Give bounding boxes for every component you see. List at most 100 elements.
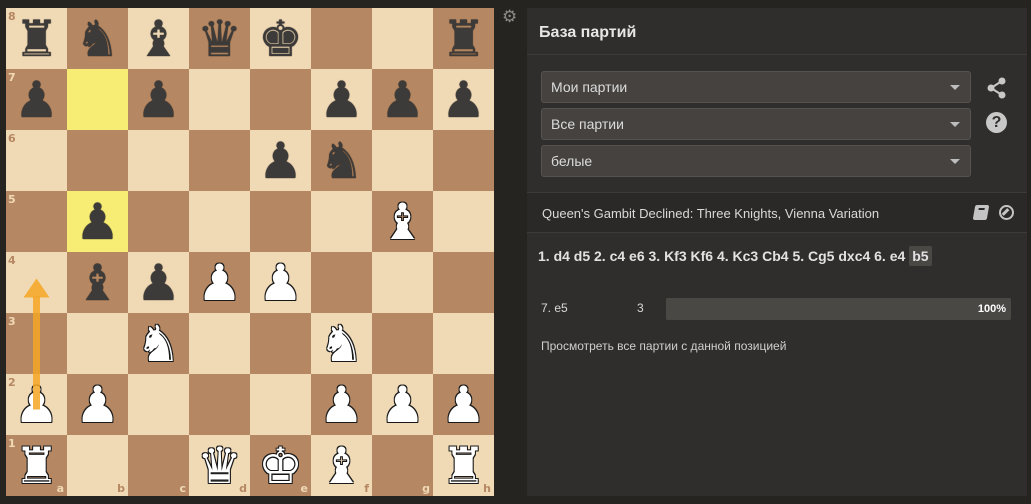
square-e6[interactable]: ♟ bbox=[250, 130, 311, 191]
square-h6[interactable] bbox=[433, 130, 494, 191]
black-pawn-icon[interactable]: ♟ bbox=[380, 75, 425, 125]
square-d5[interactable] bbox=[189, 191, 250, 252]
white-bishop-icon[interactable]: ♝ bbox=[380, 197, 425, 247]
white-pawn-icon[interactable]: ♟ bbox=[14, 380, 59, 430]
square-f2[interactable]: ♟ bbox=[311, 374, 372, 435]
last-move[interactable]: b5 bbox=[909, 246, 932, 266]
square-h3[interactable] bbox=[433, 313, 494, 374]
white-king-icon[interactable]: ♚ bbox=[258, 441, 303, 491]
square-f6[interactable]: ♞ bbox=[311, 130, 372, 191]
square-a6[interactable]: 6 bbox=[6, 130, 67, 191]
square-g3[interactable] bbox=[372, 313, 433, 374]
square-c6[interactable] bbox=[128, 130, 189, 191]
square-f5[interactable] bbox=[311, 191, 372, 252]
square-h8[interactable]: ♜ bbox=[433, 8, 494, 69]
compass-icon[interactable] bbox=[999, 205, 1014, 220]
square-g1[interactable]: g bbox=[372, 435, 433, 496]
gear-icon[interactable]: ⚙ bbox=[502, 9, 518, 26]
square-d4[interactable]: ♟ bbox=[189, 252, 250, 313]
white-knight-icon[interactable]: ♞ bbox=[319, 319, 364, 369]
square-a3[interactable]: 3 bbox=[6, 313, 67, 374]
square-a8[interactable]: 8 ♜ bbox=[6, 8, 67, 69]
square-h5[interactable] bbox=[433, 191, 494, 252]
chess-board[interactable]: 8 ♜ ♞ ♝ ♛ ♚ ♜ 7 ♟ ♟ ♟ ♟ ♟ 6 ♟ ♞ 5 ♟ ♝ 4 ♝ ♟ ♟ ♟ 3 ♞ ♞ 2 ♟ ♟ ♟ ♟ ♟ 1 a ♜ b c d ♛… bbox=[6, 8, 494, 496]
black-pawn-icon[interactable]: ♟ bbox=[136, 258, 181, 308]
white-bishop-icon[interactable]: ♝ bbox=[319, 441, 364, 491]
white-pawn-icon[interactable]: ♟ bbox=[258, 258, 303, 308]
square-h2[interactable]: ♟ bbox=[433, 374, 494, 435]
square-e8[interactable]: ♚ bbox=[250, 8, 311, 69]
square-e1[interactable]: e ♚ bbox=[250, 435, 311, 496]
games-filter-select[interactable]: Все партии bbox=[541, 108, 971, 140]
square-c3[interactable]: ♞ bbox=[128, 313, 189, 374]
black-pawn-icon[interactable]: ♟ bbox=[136, 75, 181, 125]
black-pawn-icon[interactable]: ♟ bbox=[319, 75, 364, 125]
white-queen-icon[interactable]: ♛ bbox=[197, 441, 242, 491]
square-f1[interactable]: f ♝ bbox=[311, 435, 372, 496]
black-pawn-icon[interactable]: ♟ bbox=[258, 136, 303, 186]
square-g2[interactable]: ♟ bbox=[372, 374, 433, 435]
black-pawn-icon[interactable]: ♟ bbox=[75, 197, 120, 247]
square-b5[interactable]: ♟ bbox=[67, 191, 128, 252]
white-rook-icon[interactable]: ♜ bbox=[441, 441, 486, 491]
square-a1[interactable]: 1 a ♜ bbox=[6, 435, 67, 496]
square-g7[interactable]: ♟ bbox=[372, 69, 433, 130]
white-knight-icon[interactable]: ♞ bbox=[136, 319, 181, 369]
black-knight-icon[interactable]: ♞ bbox=[75, 14, 120, 64]
square-d2[interactable] bbox=[189, 374, 250, 435]
black-knight-icon[interactable]: ♞ bbox=[319, 136, 364, 186]
square-h4[interactable] bbox=[433, 252, 494, 313]
white-pawn-icon[interactable]: ♟ bbox=[380, 380, 425, 430]
white-pawn-icon[interactable]: ♟ bbox=[75, 380, 120, 430]
share-icon[interactable] bbox=[986, 77, 1008, 99]
square-d1[interactable]: d ♛ bbox=[189, 435, 250, 496]
square-d7[interactable] bbox=[189, 69, 250, 130]
color-select[interactable]: белые bbox=[541, 145, 971, 177]
square-e4[interactable]: ♟ bbox=[250, 252, 311, 313]
square-e5[interactable] bbox=[250, 191, 311, 252]
square-g5[interactable]: ♝ bbox=[372, 191, 433, 252]
square-b7[interactable] bbox=[67, 69, 128, 130]
square-b8[interactable]: ♞ bbox=[67, 8, 128, 69]
black-pawn-icon[interactable]: ♟ bbox=[441, 75, 486, 125]
square-e2[interactable] bbox=[250, 374, 311, 435]
square-b4[interactable]: ♝ bbox=[67, 252, 128, 313]
square-c7[interactable]: ♟ bbox=[128, 69, 189, 130]
white-pawn-icon[interactable]: ♟ bbox=[441, 380, 486, 430]
white-pawn-icon[interactable]: ♟ bbox=[319, 380, 364, 430]
black-bishop-icon[interactable]: ♝ bbox=[136, 14, 181, 64]
square-c4[interactable]: ♟ bbox=[128, 252, 189, 313]
black-queen-icon[interactable]: ♛ bbox=[197, 14, 242, 64]
square-d3[interactable] bbox=[189, 313, 250, 374]
square-f8[interactable] bbox=[311, 8, 372, 69]
black-bishop-icon[interactable]: ♝ bbox=[75, 258, 120, 308]
square-h1[interactable]: h ♜ bbox=[433, 435, 494, 496]
view-all-games-link[interactable]: Просмотреть все партии с данной позицией bbox=[541, 339, 786, 353]
white-rook-icon[interactable]: ♜ bbox=[14, 441, 59, 491]
black-rook-icon[interactable]: ♜ bbox=[441, 14, 486, 64]
black-king-icon[interactable]: ♚ bbox=[258, 14, 303, 64]
games-source-select[interactable]: Мои партии bbox=[541, 71, 971, 103]
stat-move[interactable]: 7. e5 bbox=[541, 301, 568, 315]
square-c1[interactable]: c bbox=[128, 435, 189, 496]
black-pawn-icon[interactable]: ♟ bbox=[14, 75, 59, 125]
square-a7[interactable]: 7 ♟ bbox=[6, 69, 67, 130]
square-b6[interactable] bbox=[67, 130, 128, 191]
help-icon[interactable]: ? bbox=[986, 112, 1007, 133]
square-c2[interactable] bbox=[128, 374, 189, 435]
book-icon[interactable] bbox=[972, 205, 990, 220]
square-f3[interactable]: ♞ bbox=[311, 313, 372, 374]
square-d8[interactable]: ♛ bbox=[189, 8, 250, 69]
square-g6[interactable] bbox=[372, 130, 433, 191]
square-c5[interactable] bbox=[128, 191, 189, 252]
square-b1[interactable]: b bbox=[67, 435, 128, 496]
move-stat-row[interactable]: 7. e5 3 100% bbox=[527, 296, 1027, 320]
square-b2[interactable]: ♟ bbox=[67, 374, 128, 435]
square-a2[interactable]: 2 ♟ bbox=[6, 374, 67, 435]
square-e3[interactable] bbox=[250, 313, 311, 374]
square-a5[interactable]: 5 bbox=[6, 191, 67, 252]
square-e7[interactable] bbox=[250, 69, 311, 130]
square-f4[interactable] bbox=[311, 252, 372, 313]
square-d6[interactable] bbox=[189, 130, 250, 191]
square-b3[interactable] bbox=[67, 313, 128, 374]
